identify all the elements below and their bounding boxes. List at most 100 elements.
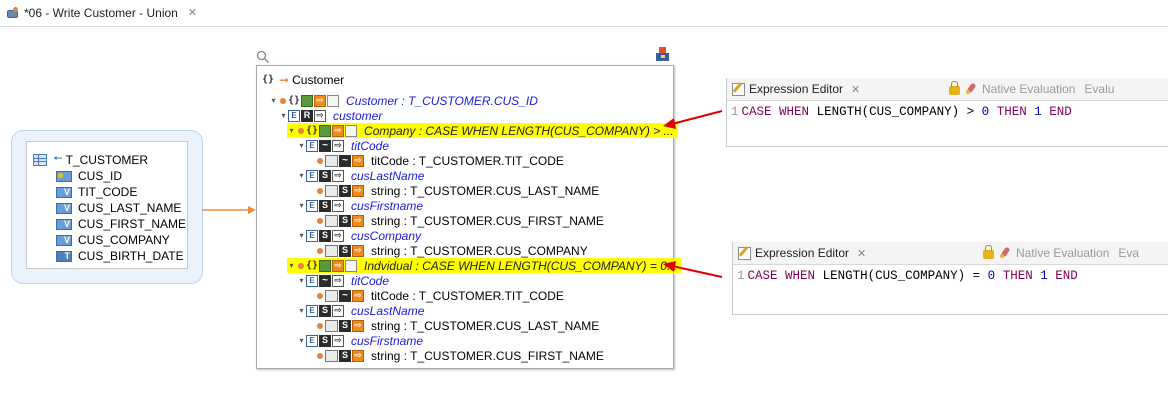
close-icon[interactable]: ✕	[188, 6, 197, 19]
tree-node-individual[interactable]: ▾ {} ⇨ Indvidual : CASE WHEN LENGTH(CUS_…	[287, 258, 681, 273]
status-dot-icon	[298, 262, 304, 269]
list-item[interactable]: V TIT_CODE	[56, 184, 186, 200]
tree-node-customer[interactable]: ▾ {} ⇨ Customer : T_CUSTOMER.CUS_ID	[269, 93, 537, 108]
pencil-icon	[738, 246, 751, 260]
chevron-down-icon[interactable]: ▾	[287, 126, 296, 135]
expression-code-area[interactable]: 1 CASE WHEN LENGTH(CUS_COMPANY) > 0 THEN …	[727, 101, 1168, 143]
chevron-down-icon[interactable]: ▾	[297, 171, 306, 180]
grid-icon	[319, 259, 332, 272]
element-icon: E	[306, 139, 318, 152]
chevron-down-icon[interactable]: ▾	[269, 96, 278, 105]
string-icon: S	[339, 349, 351, 362]
tree-node-titcode[interactable]: ▾ E ~ ⇨ titCode	[297, 273, 389, 288]
rocket-icon[interactable]	[965, 83, 977, 95]
lock-icon[interactable]	[983, 245, 994, 259]
type-icon: ~	[339, 154, 351, 167]
tree-node-cuslastname[interactable]: ▾ E S ⇨ cusLastName	[297, 168, 424, 183]
expression-code-area[interactable]: 1 CASE WHEN LENGTH(CUS_COMPANY) = 0 THEN …	[733, 265, 1168, 307]
element-icon: E	[306, 274, 318, 287]
expression-editor-header: Expression Editor ✕ Native Evaluation Ev…	[733, 242, 1168, 265]
list-item[interactable]: T CUS_BIRTH_DATE	[56, 248, 186, 264]
output-icon: ⇨	[332, 304, 344, 317]
tree-node-customer-sub[interactable]: ▾ E R ⇨ customer	[279, 108, 382, 123]
output-icon: ⇨	[352, 319, 364, 332]
column-list: CUS_ID V TIT_CODE V CUS_LAST_NAME V CUS_…	[56, 168, 186, 264]
chevron-down-icon[interactable]: ▾	[297, 336, 306, 345]
table-icon	[325, 244, 338, 257]
source-datastore[interactable]: 🠔 T_CUSTOMER CUS_ID V TIT_CODE V CUS_LAS…	[11, 130, 203, 284]
chevron-down-icon[interactable]: ▾	[287, 261, 296, 270]
rocket-icon[interactable]	[999, 247, 1011, 259]
braces-icon: {}	[306, 125, 319, 136]
element-icon: E	[306, 304, 318, 317]
tree-node-cuscompany[interactable]: ▾ E S ⇨ cusCompany	[297, 228, 421, 243]
tree-leaf-cuslastname[interactable]: S ⇨ string : T_CUSTOMER.CUS_LAST_NAME	[315, 318, 599, 333]
braces-icon: {}	[262, 74, 275, 85]
lock-icon[interactable]	[949, 81, 960, 95]
chevron-down-icon[interactable]: ▾	[297, 141, 306, 150]
table-icon	[33, 153, 47, 166]
tree-leaf-titcode[interactable]: ~ ⇨ titCode : T_CUSTOMER.TIT_CODE	[315, 153, 564, 168]
tree-leaf-cuslastname[interactable]: S ⇨ string : T_CUSTOMER.CUS_LAST_NAME	[315, 183, 599, 198]
string-icon: S	[319, 334, 331, 347]
close-icon[interactable]: ✕	[857, 247, 866, 260]
status-dot-icon	[317, 187, 323, 194]
tree-node-company[interactable]: ▾ {} ⇨ Company : CASE WHEN LENGTH(CUS_CO…	[287, 123, 678, 138]
element-icon: E	[306, 334, 318, 347]
tree-leaf-cuscompany[interactable]: S ⇨ string : T_CUSTOMER.CUS_COMPANY	[315, 243, 588, 258]
status-dot-icon	[317, 247, 323, 254]
tree-node-cuslastname[interactable]: ▾ E S ⇨ cusLastName	[297, 303, 424, 318]
tree-node-cusfirstname[interactable]: ▾ E S ⇨ cusFirstname	[297, 333, 423, 348]
editor-tab[interactable]: *06 - Write Customer - Union ✕	[0, 0, 205, 25]
braces-icon: {}	[288, 95, 301, 106]
chevron-down-icon[interactable]: ▾	[297, 276, 306, 285]
tree-node-cusfirstname[interactable]: ▾ E S ⇨ cusFirstname	[297, 198, 423, 213]
tag-icon	[327, 94, 340, 107]
evaluation-button[interactable]: Eva	[1118, 246, 1139, 260]
type-icon: ~	[339, 289, 351, 302]
string-icon: S	[339, 319, 351, 332]
tree-root[interactable]: {} ➞ Customer	[262, 72, 344, 87]
evaluation-button[interactable]: Evalu	[1084, 82, 1114, 96]
tree-leaf-titcode[interactable]: ~ ⇨ titCode : T_CUSTOMER.TIT_CODE	[315, 288, 564, 303]
string-icon: S	[339, 184, 351, 197]
grid-icon	[301, 94, 314, 107]
chevron-down-icon[interactable]: ▾	[297, 306, 306, 315]
expression-toolbar: Native Evaluation Evalu	[949, 78, 1114, 100]
output-icon: ⇨	[352, 214, 364, 227]
close-icon[interactable]: ✕	[851, 83, 860, 96]
code-line: 1 CASE WHEN LENGTH(CUS_COMPANY) > 0 THEN …	[731, 105, 1072, 119]
list-item[interactable]: V CUS_LAST_NAME	[56, 200, 186, 216]
target-mapping-tree[interactable]: {} ➞ Customer ▾ {} ⇨ Customer : T_CUSTOM…	[256, 65, 681, 369]
expression-editor-1[interactable]: Expression Editor ✕ Native Evaluation Ev…	[726, 78, 1168, 147]
element-icon: E	[288, 109, 300, 122]
tree-leaf-cusfirstname[interactable]: S ⇨ string : T_CUSTOMER.CUS_FIRST_NAME	[315, 348, 604, 363]
expression-editor-2[interactable]: Expression Editor ✕ Native Evaluation Ev…	[732, 242, 1168, 315]
element-icon: E	[306, 169, 318, 182]
table-icon	[325, 319, 338, 332]
target-arrow-icon: ➞	[279, 72, 290, 87]
chevron-down-icon[interactable]: ▾	[297, 201, 306, 210]
timestamp-column-icon: T	[56, 250, 72, 262]
tree-node-titcode[interactable]: ▾ E ~ ⇨ titCode	[297, 138, 389, 153]
type-icon: ~	[319, 274, 331, 287]
list-item[interactable]: V CUS_COMPANY	[56, 232, 186, 248]
output-icon: ⇨	[314, 109, 326, 122]
status-dot-icon	[317, 352, 323, 359]
table-icon	[325, 214, 338, 227]
string-icon: S	[319, 199, 331, 212]
native-evaluation-button[interactable]: Native Evaluation	[1016, 246, 1109, 260]
native-evaluation-button[interactable]: Native Evaluation	[982, 82, 1075, 96]
list-item[interactable]: CUS_ID	[56, 168, 186, 184]
table-icon	[325, 349, 338, 362]
code-line: 1 CASE WHEN LENGTH(CUS_COMPANY) = 0 THEN …	[737, 269, 1078, 283]
mapping-connector-arrow	[202, 206, 256, 214]
chevron-down-icon[interactable]: ▾	[279, 111, 288, 120]
editor-tab-bar: *06 - Write Customer - Union ✕	[0, 0, 1168, 27]
list-item[interactable]: V CUS_FIRST_NAME	[56, 216, 186, 232]
chevron-down-icon[interactable]: ▾	[297, 231, 306, 240]
tool-icon[interactable]	[655, 46, 670, 62]
varchar-column-icon: V	[56, 218, 72, 230]
tree-leaf-cusfirstname[interactable]: S ⇨ string : T_CUSTOMER.CUS_FIRST_NAME	[315, 213, 604, 228]
search-icon[interactable]	[256, 50, 270, 64]
